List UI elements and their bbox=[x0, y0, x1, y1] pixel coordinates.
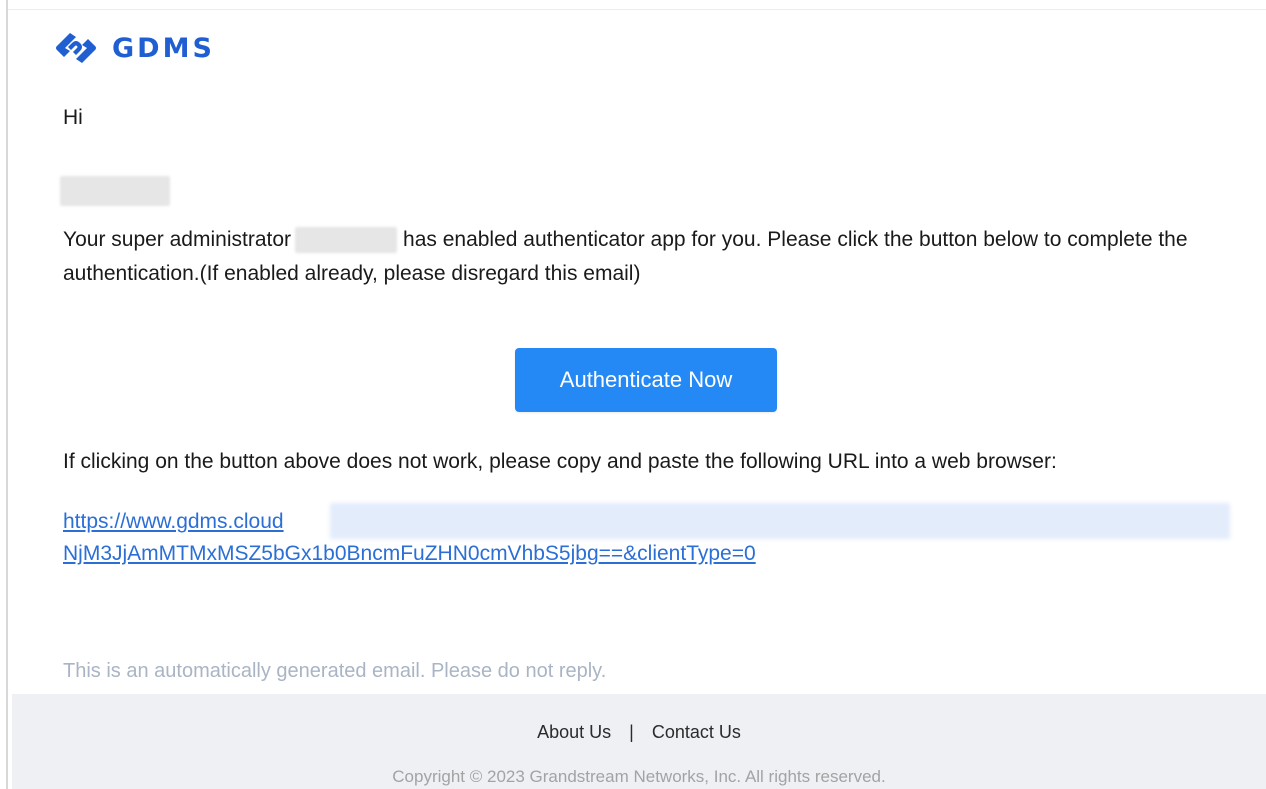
greeting: Hi bbox=[63, 106, 83, 129]
contact-us-link[interactable]: Contact Us bbox=[652, 722, 741, 742]
footer-separator: | bbox=[629, 722, 634, 742]
message-part-1: Your super administrator bbox=[63, 228, 292, 251]
redacted-recipient-name bbox=[60, 176, 170, 206]
redacted-admin-name bbox=[295, 227, 398, 254]
email-viewer: GDMS Hi Your super administrator has enab… bbox=[0, 0, 1266, 789]
viewer-border bbox=[6, 0, 8, 789]
email-footer: About Us | Contact Us Copyright © 2023 Gra… bbox=[12, 694, 1266, 789]
authentication-url-link-continued[interactable]: NjM3JjAmMTMxMSZ5bGx1b0BncmFuZHN0cmVhbS5j… bbox=[63, 542, 756, 566]
copyright-notice: Copyright © 2023 Grandstream Networks, I… bbox=[392, 767, 886, 786]
authenticate-now-button[interactable]: Authenticate Now bbox=[515, 348, 777, 412]
gdms-logo: GDMS bbox=[52, 28, 215, 68]
redacted-url-segment bbox=[330, 503, 1230, 539]
email-message: Your super administrator has enabled auth… bbox=[63, 223, 1263, 291]
footer-links: About Us | Contact Us bbox=[12, 722, 1266, 743]
authentication-url-link[interactable]: https://www.gdms.cloud bbox=[63, 510, 284, 534]
brand-name: GDMS bbox=[112, 32, 215, 64]
cta-container: Authenticate Now bbox=[515, 348, 777, 412]
fallback-instructions: If clicking on the button above does not… bbox=[63, 450, 1057, 473]
email-body: GDMS Hi Your super administrator has enab… bbox=[12, 10, 1266, 789]
gdms-logo-icon bbox=[56, 33, 96, 63]
about-us-link[interactable]: About Us bbox=[537, 722, 611, 742]
auto-generated-notice: This is an automatically generated email… bbox=[63, 660, 607, 682]
